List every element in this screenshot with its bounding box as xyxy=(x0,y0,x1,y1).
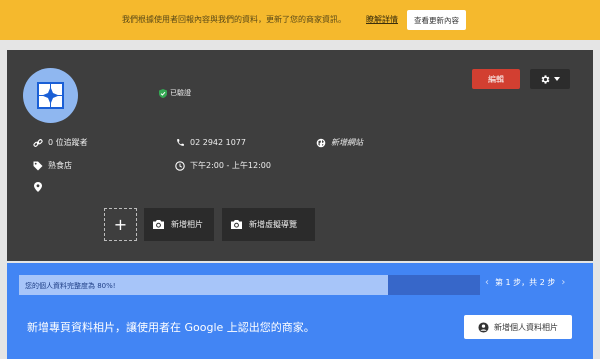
add-photos-label: 新增相片 xyxy=(171,220,203,229)
opening-hours: 下午2:00 - 上午12:00 xyxy=(190,161,271,170)
website-row[interactable]: 新增網站 xyxy=(316,137,363,148)
camera-icon xyxy=(231,220,242,229)
chevron-down-icon xyxy=(554,77,560,81)
edit-button[interactable]: 編輯 xyxy=(472,69,520,89)
chevron-left-icon[interactable]: ‹ xyxy=(485,277,489,288)
view-updates-button[interactable]: 查看更新內容 xyxy=(407,10,466,30)
learn-more-link[interactable]: 瞭解詳情 xyxy=(366,14,398,25)
verified-label: 已驗證 xyxy=(170,89,191,97)
phone-icon xyxy=(175,137,185,147)
add-profile-photo-button[interactable]: 新增個人資料相片 xyxy=(464,315,572,339)
tag-icon xyxy=(33,161,43,171)
clock-icon xyxy=(175,160,185,171)
add-photo-tile[interactable]: + xyxy=(104,208,137,241)
profile-photo-prompt: 新增專頁資料相片，讓使用者在 Google 上認出您的商家。 xyxy=(27,321,315,334)
business-profile-card: 已驗證 編輯 0 位追蹤者 熟食店 02 2942 1077 下午2:00 - … xyxy=(7,50,593,261)
completion-progress-text: 您的個人資料完整度為 80%! xyxy=(25,282,116,290)
person-icon xyxy=(478,321,489,333)
verified-check-icon xyxy=(159,88,167,98)
camera-icon xyxy=(153,220,164,229)
globe-icon xyxy=(316,138,326,148)
followers-count: 0 位追蹤者 xyxy=(48,138,88,147)
business-avatar[interactable] xyxy=(23,68,78,123)
add-website-link: 新增網站 xyxy=(331,138,363,147)
phone-number: 02 2942 1077 xyxy=(190,137,246,147)
map-pin-icon xyxy=(33,182,43,192)
add-virtual-tour-button[interactable]: 新增虛擬導覽 xyxy=(222,208,315,241)
add-photos-button[interactable]: 新增相片 xyxy=(144,208,214,241)
address-row[interactable] xyxy=(33,182,43,192)
step-indicator: 第 1 步，共 2 步 xyxy=(495,278,556,287)
chevron-right-icon[interactable]: › xyxy=(561,277,565,288)
business-logo-icon xyxy=(37,82,64,109)
hours-row[interactable]: 下午2:00 - 上午12:00 xyxy=(175,160,271,171)
add-virtual-tour-label: 新增虛擬導覽 xyxy=(249,220,297,229)
verified-badge: 已驗證 xyxy=(159,88,191,98)
step-navigation: ‹ 第 1 步，共 2 步 › xyxy=(485,277,565,288)
followers-row: 0 位追蹤者 xyxy=(33,137,88,148)
banner-message: 我們根據使用者回報內容與我們的資料，更新了您的商家資訊。 xyxy=(122,15,346,24)
gear-icon xyxy=(541,74,550,84)
settings-button[interactable] xyxy=(530,69,570,89)
profile-completion-panel: 您的個人資料完整度為 80%! ‹ 第 1 步，共 2 步 › 新增專頁資料相片… xyxy=(7,263,593,359)
category-row: 熟食店 xyxy=(33,160,72,171)
phone-row[interactable]: 02 2942 1077 xyxy=(175,137,246,147)
add-profile-photo-label: 新增個人資料相片 xyxy=(494,322,558,332)
update-notice-banner: 我們根據使用者回報內容與我們的資料，更新了您的商家資訊。 瞭解詳情 查看更新內容 xyxy=(0,0,600,40)
completion-progress-bar: 您的個人資料完整度為 80%! xyxy=(19,275,480,295)
business-category: 熟食店 xyxy=(48,161,72,170)
link-icon xyxy=(33,138,43,148)
